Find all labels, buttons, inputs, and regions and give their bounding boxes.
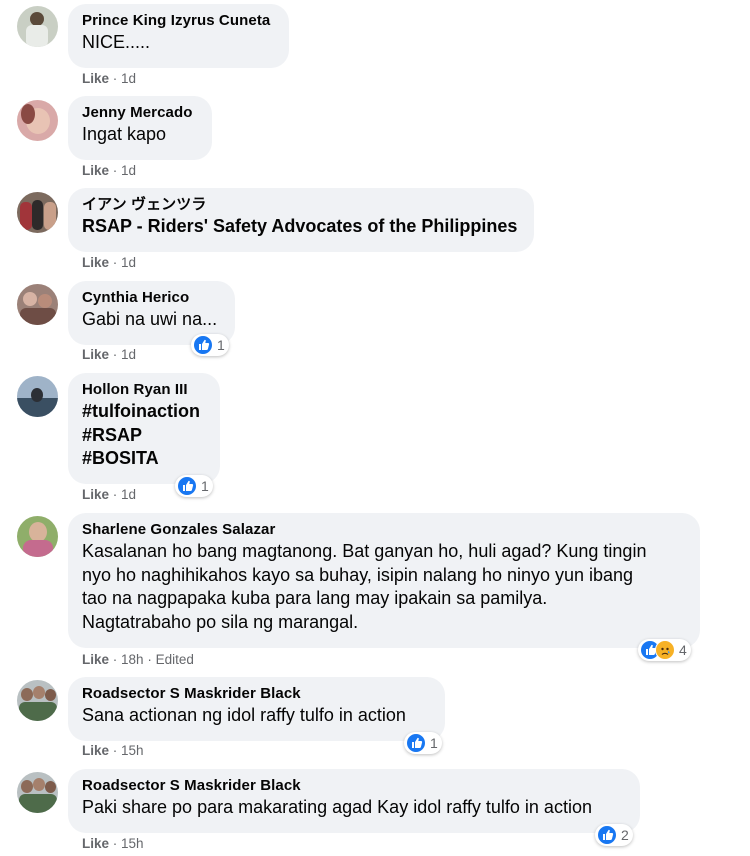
comment-time[interactable]: 1d (121, 347, 136, 362)
reactions-badge[interactable]: 1 (191, 334, 229, 356)
comment-text: Sana actionan ng idol raffy tulfo in act… (82, 705, 406, 725)
like-link[interactable]: Like (82, 487, 109, 502)
comment-bubble: イアン ヴェンツラ RSAP - Riders' Safety Advocate… (68, 188, 534, 252)
comment-actions: Like · 1d (82, 255, 136, 270)
reaction-count: 2 (621, 827, 629, 843)
comment-text: Gabi na uwi na... (82, 309, 218, 329)
comment-time[interactable]: 1d (121, 255, 136, 270)
reactions-badge[interactable]: 2 (595, 824, 633, 846)
like-link[interactable]: Like (82, 652, 109, 667)
like-link[interactable]: Like (82, 836, 109, 851)
comment-actions: Like · 1d (82, 163, 136, 178)
like-link[interactable]: Like (82, 347, 109, 362)
sad-reaction-icon (655, 640, 675, 660)
reaction-count: 1 (201, 478, 209, 494)
comment-text-line: Nagtatrabaho po sila ng marangal. (82, 611, 359, 632)
hashtag-link[interactable]: #RSAP (82, 424, 206, 448)
like-link[interactable]: Like (82, 255, 109, 270)
separator-dot: · (112, 163, 122, 178)
comment-text-line: nyo ho naghihikahos kayo sa buhay, isipi… (82, 564, 634, 585)
separator-dot: · (112, 255, 122, 270)
separator-dot: · (112, 743, 122, 758)
avatar[interactable] (17, 772, 58, 813)
comment-text-line: Kasalanan ho bang magtanong. Bat ganyan … (82, 541, 647, 561)
comment-actions: Like · 1d (82, 347, 136, 362)
separator-dot: · (112, 71, 122, 86)
reactions-badge[interactable]: 1 (404, 732, 442, 754)
comment-bubble: Roadsector S Maskrider Black Sana action… (68, 677, 445, 741)
reaction-count: 1 (217, 337, 225, 353)
separator-dot: · (112, 652, 122, 667)
separator-dot: · (147, 652, 156, 667)
comment-author[interactable]: Roadsector S Maskrider Black (82, 684, 431, 704)
comment-text: NICE..... (82, 32, 151, 52)
avatar[interactable] (17, 100, 58, 141)
like-link[interactable]: Like (82, 71, 109, 86)
comment-bubble: Roadsector S Maskrider Black Paki share … (68, 769, 640, 833)
like-reaction-icon (406, 733, 426, 753)
comment-actions: Like · 15h (82, 743, 144, 758)
comment-actions: Like · 15h (82, 836, 144, 851)
comment-actions: Like · 1d (82, 71, 136, 86)
hashtag-link[interactable]: #BOSITA (82, 447, 206, 471)
comment-bubble: Prince King Izyrus Cuneta NICE..... (68, 4, 289, 68)
reactions-badge[interactable]: 1 (175, 475, 213, 497)
comment-bubble: Hollon Ryan III #tulfoinaction #RSAP #BO… (68, 373, 220, 484)
edited-label[interactable]: Edited (156, 652, 194, 667)
reactions-badge[interactable]: 4 (638, 639, 691, 661)
comment-author[interactable]: Cynthia Herico (82, 288, 221, 308)
like-reaction-icon (177, 476, 197, 496)
like-reaction-icon (597, 825, 617, 845)
reaction-count: 4 (679, 642, 687, 658)
comment-actions: Like · 1d (82, 487, 136, 502)
comment-author[interactable]: イアン ヴェンツラ (82, 195, 520, 215)
avatar[interactable] (17, 192, 58, 233)
comment-time[interactable]: 1d (121, 487, 136, 502)
comment-author[interactable]: Jenny Mercado (82, 103, 198, 123)
comment-time[interactable]: 18h (121, 652, 144, 667)
avatar[interactable] (17, 6, 58, 47)
comment-actions: Like · 18h · Edited (82, 652, 194, 667)
reaction-count: 1 (430, 735, 438, 751)
like-link[interactable]: Like (82, 743, 109, 758)
comment-bubble: Jenny Mercado Ingat kapo (68, 96, 212, 160)
comment-author[interactable]: Roadsector S Maskrider Black (82, 776, 626, 796)
comment-time[interactable]: 1d (121, 163, 136, 178)
comment-time[interactable]: 15h (121, 743, 144, 758)
like-reaction-icon (193, 335, 213, 355)
comment-text: Paki share po para makarating agad Kay i… (82, 797, 592, 817)
like-link[interactable]: Like (82, 163, 109, 178)
separator-dot: · (112, 347, 122, 362)
comment-time[interactable]: 1d (121, 71, 136, 86)
separator-dot: · (112, 487, 122, 502)
comment-text: Ingat kapo (82, 124, 167, 144)
comment-author[interactable]: Prince King Izyrus Cuneta (82, 11, 275, 31)
comment-time[interactable]: 15h (121, 836, 144, 851)
hashtag-link[interactable]: #tulfoinaction (82, 400, 206, 424)
avatar[interactable] (17, 516, 58, 557)
comment-author[interactable]: Sharlene Gonzales Salazar (82, 520, 686, 540)
avatar[interactable] (17, 284, 58, 325)
separator-dot: · (112, 836, 122, 851)
avatar[interactable] (17, 376, 58, 417)
avatar[interactable] (17, 680, 58, 721)
comment-author[interactable]: Hollon Ryan III (82, 380, 206, 400)
comment-text-line: tao na nagpapaka kuba para lang may ipak… (82, 588, 548, 608)
comment-text[interactable]: RSAP - Riders' Safety Advocates of the P… (82, 215, 520, 239)
comment-bubble: Sharlene Gonzales Salazar Kasalanan ho b… (68, 513, 700, 648)
